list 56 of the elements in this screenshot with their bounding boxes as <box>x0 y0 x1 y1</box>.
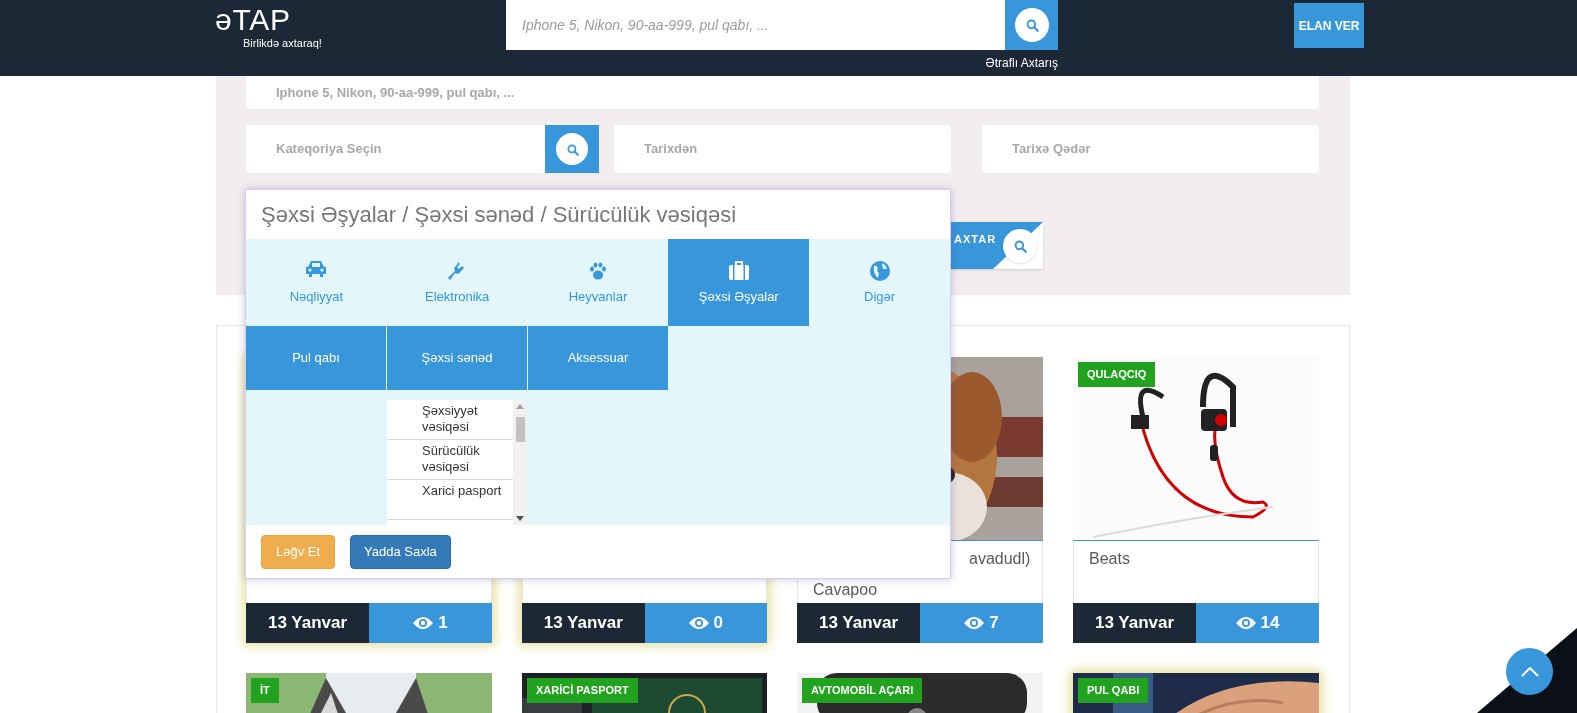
logo-slogan: Birlikdə axtaraq! <box>243 36 322 51</box>
category-tag: AVTOMOBİL AÇARI <box>802 678 923 703</box>
date-label: 13 Yanvar <box>522 603 645 643</box>
search-icon <box>1013 238 1027 253</box>
date-from-field[interactable]: Tarixdən <box>614 125 951 173</box>
category-search-button[interactable] <box>545 125 599 173</box>
scrollbar[interactable] <box>513 400 527 526</box>
views-count: 7 <box>989 612 999 635</box>
search-icon <box>1024 18 1039 32</box>
views-count: 0 <box>713 612 723 635</box>
category-tag: PUL QABI <box>1078 678 1149 703</box>
subcategory-tab[interactable]: Aksessuar <box>528 326 668 391</box>
save-button[interactable]: Yadda Saxla <box>350 534 451 569</box>
globe-icon <box>867 258 892 281</box>
logo-text: əTAP <box>215 5 292 35</box>
search-button[interactable] <box>1005 0 1058 50</box>
chevron-up-icon <box>1520 666 1539 677</box>
search-submit-button[interactable]: AXTAR <box>951 222 1043 269</box>
category-tag: İT <box>251 678 279 703</box>
subcategory-tab[interactable]: Şəxsi sənəd <box>387 326 527 391</box>
search-icon <box>565 142 579 156</box>
listing-title[interactable]: Beats <box>1089 550 1303 568</box>
eye-icon <box>964 616 985 630</box>
subcategory-tab[interactable]: Pul qabı <box>246 326 386 391</box>
search-field[interactable]: Iphone 5, Nikon, 90-aa-999, pul qabı, ... <box>506 0 1005 50</box>
scroll-down-icon[interactable] <box>516 516 524 522</box>
suitcase-icon <box>726 258 751 281</box>
date-label: 13 Yanvar <box>246 603 369 643</box>
eye-icon <box>1235 616 1256 630</box>
category-tab[interactable]: Elektronika <box>386 239 528 327</box>
category-tab[interactable]: Nəqliyyat <box>246 239 387 327</box>
listing-title[interactable]: Cavapoo <box>813 581 1027 599</box>
listing-card[interactable]: PUL QABI <box>1073 673 1319 713</box>
listing-card[interactable]: İT <box>246 673 492 713</box>
category-tag: XARİCİ PASPORT <box>527 678 638 703</box>
breadcrumb: Şəxsi Əşyalar / Şəxsi sənəd / Sürücülük vəsiqəsi <box>260 201 738 229</box>
category-tab[interactable]: Heyvanlar <box>527 239 669 327</box>
date-label: 13 Yanvar <box>1073 603 1196 643</box>
views-count: 14 <box>1260 612 1280 635</box>
cancel-button[interactable]: Ləğv Et <box>261 534 336 569</box>
keyword-field[interactable]: Iphone 5, Nikon, 90-aa-999, pul qabı, ... <box>246 76 1319 109</box>
advanced-search-link[interactable]: Ətraflı Axtarış <box>985 54 1058 72</box>
date-to-field[interactable]: Tarixə Qədər <box>982 125 1319 173</box>
eye-icon <box>688 616 709 630</box>
category-field[interactable]: Kateqoriya Seçin <box>246 125 545 173</box>
post-ad-button[interactable]: ELAN VER <box>1294 3 1364 48</box>
scrollbar-thumb[interactable] <box>516 417 525 443</box>
category-tag: QULAQCIQ <box>1078 362 1156 387</box>
views-count: 1 <box>438 612 448 635</box>
listing-card[interactable]: XARİCİ PASPORT <box>522 673 767 713</box>
category-tab[interactable]: Digər <box>809 239 950 327</box>
scroll-up-icon[interactable] <box>516 404 524 410</box>
date-label: 13 Yanvar <box>797 603 920 643</box>
eye-icon <box>413 616 434 630</box>
listing-card[interactable]: AVTOMOBİL AÇARI <box>797 673 1043 713</box>
category-tab[interactable]: Şəxsi Əşyalar <box>668 239 810 327</box>
